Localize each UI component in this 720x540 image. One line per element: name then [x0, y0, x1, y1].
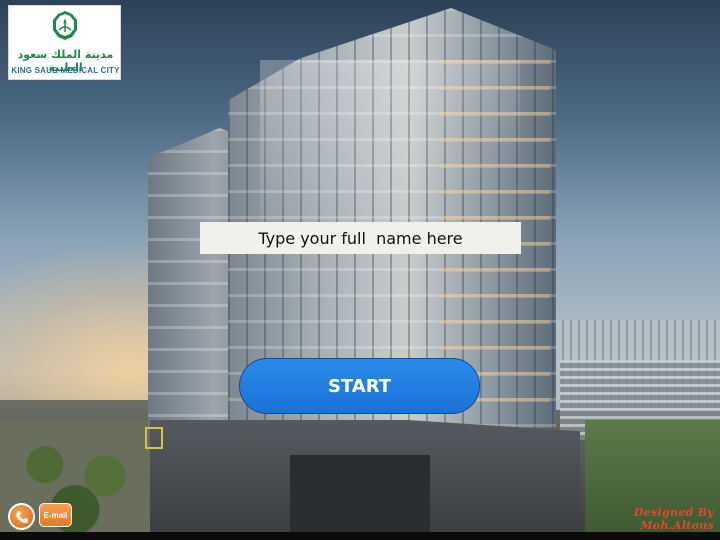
- logo-english-text: KING SAUD MEDICAL CITY: [11, 66, 120, 75]
- start-button[interactable]: START: [239, 358, 480, 414]
- phone-button[interactable]: [8, 503, 35, 530]
- hospital-logo: مدينة الملك سعود الطبية KING SAUD MEDICA…: [8, 5, 121, 80]
- email-button[interactable]: E-mail: [39, 503, 72, 527]
- podium-entrance: [290, 455, 430, 532]
- designer-credit: Designed By Moh.Altous: [633, 506, 714, 532]
- bottom-bar: [0, 532, 720, 540]
- phone-icon: [15, 510, 28, 523]
- yellow-marker: [145, 427, 163, 449]
- emblem-icon: [53, 11, 77, 40]
- full-name-input[interactable]: [200, 222, 521, 254]
